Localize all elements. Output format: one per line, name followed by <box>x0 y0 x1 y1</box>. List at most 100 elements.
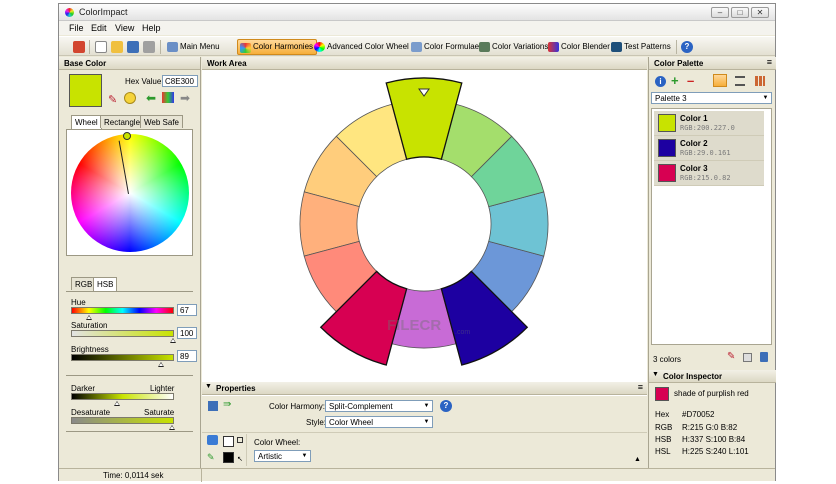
palette-select-value: Palette 3 <box>655 94 687 103</box>
add-icon[interactable]: + <box>671 73 679 88</box>
collapse-arrow-icon[interactable]: ▼ <box>652 371 659 378</box>
color-swatch <box>658 164 676 182</box>
divider <box>201 469 202 482</box>
watermark: FILECR <box>387 317 441 334</box>
save-icon[interactable] <box>127 41 139 53</box>
brightness-value-field[interactable]: 89 <box>177 350 197 362</box>
color-wheel-picker[interactable] <box>71 134 189 252</box>
inspector-key-hsl: HSL <box>655 447 671 456</box>
hue-label: Hue <box>71 298 86 307</box>
menu-edit[interactable]: Edit <box>91 23 107 33</box>
foreground-color-swatch[interactable] <box>223 452 234 463</box>
info-icon[interactable]: i <box>655 76 666 87</box>
color-wheel-value: Artistic <box>258 452 282 461</box>
darker-lighter-slider[interactable] <box>71 393 174 400</box>
hex-value-field[interactable]: C8E300 <box>162 75 198 87</box>
palette-list: Color 1 RGB:200.227.0 Color 2 RGB:29.0.1… <box>651 108 772 345</box>
brightness-label: Brightness <box>71 345 109 354</box>
paint-bucket-icon[interactable] <box>207 435 218 445</box>
test-patterns-icon <box>611 42 622 52</box>
advanced-color-wheel-button[interactable]: Advanced Color Wheel <box>312 39 412 55</box>
hue-slider-thumb[interactable] <box>86 315 92 320</box>
tab-hsb[interactable]: HSB <box>93 277 118 291</box>
tab-wheel[interactable]: Wheel <box>71 115 102 129</box>
detail-view-icon[interactable] <box>713 74 727 87</box>
list-view-icon[interactable] <box>735 76 745 86</box>
base-color-swatch[interactable] <box>69 74 102 107</box>
print-icon[interactable] <box>143 41 155 53</box>
arrow-right-icon[interactable]: ➡ <box>180 91 190 105</box>
palette-item-color-1[interactable]: Color 1 RGB:200.227.0 <box>654 111 764 136</box>
color-value: RGB:215.0.82 <box>680 174 731 182</box>
test-patterns-button[interactable]: Test Patterns <box>609 39 674 55</box>
divider <box>246 434 247 466</box>
wheel-picker-box <box>66 129 193 256</box>
eyedropper-icon[interactable]: ✎ <box>727 351 735 362</box>
pick-color-icon[interactable] <box>73 41 85 53</box>
desaturate-saturate-slider[interactable] <box>71 417 174 424</box>
saturation-value-field[interactable]: 100 <box>177 327 197 339</box>
collapse-arrow-icon[interactable]: ▼ <box>205 383 212 390</box>
main-menu-button[interactable]: Main Menu <box>165 39 223 55</box>
color-name: Color 1 <box>680 114 708 123</box>
color-wheel-label: Color Wheel: <box>254 438 301 447</box>
help-icon[interactable]: ? <box>440 400 452 412</box>
toolbar-separator <box>89 40 90 54</box>
eyedropper-icon[interactable]: ✎ <box>108 93 117 106</box>
close-button[interactable]: ✕ <box>751 7 769 18</box>
cursor-icon[interactable]: ↖ <box>237 455 243 463</box>
color-harmony-select[interactable]: Split-Complement ▼ <box>325 400 433 412</box>
copy-icon[interactable] <box>743 353 752 362</box>
smiley-icon[interactable] <box>124 92 136 104</box>
trash-icon[interactable] <box>760 352 768 362</box>
desaturate-saturate-thumb[interactable] <box>169 425 175 430</box>
properties-body: ⇛ Color Harmony: Split-Complement ▼ ? St… <box>202 396 647 468</box>
menu-view[interactable]: View <box>115 23 134 33</box>
arrow-left-icon[interactable]: ⬅ <box>146 91 156 105</box>
export-icon[interactable]: ⇛ <box>223 399 231 410</box>
save-icon[interactable] <box>208 401 218 411</box>
color-value: RGB:200.227.0 <box>680 124 735 132</box>
tab-web-safe[interactable]: Web Safe <box>140 115 183 128</box>
menu-bar: File Edit View Help <box>59 21 775 35</box>
color-blender-button[interactable]: Color Blender <box>546 39 613 55</box>
minimize-button[interactable]: – <box>711 7 729 18</box>
expand-up-icon[interactable]: ▲ <box>634 456 641 463</box>
saturation-slider-thumb[interactable] <box>170 338 176 343</box>
color-harmonies-button[interactable]: Color Harmonies <box>237 39 318 55</box>
new-file-icon[interactable] <box>95 41 107 53</box>
saturation-slider[interactable] <box>71 330 174 337</box>
inspector-value-rgb: R:215 G:0 B:82 <box>682 423 738 432</box>
toolbar: Main Menu Color Harmonies Advanced Color… <box>59 36 775 56</box>
wheel-handle[interactable] <box>123 132 131 140</box>
darker-lighter-thumb[interactable] <box>114 401 120 406</box>
panel-menu-icon[interactable]: ≡ <box>638 382 643 392</box>
palette-item-color-2[interactable]: Color 2 RGB:29.0.161 <box>654 136 764 161</box>
color-wheel-select[interactable]: Artistic ▼ <box>254 450 311 462</box>
remove-icon[interactable]: – <box>687 73 694 88</box>
color-variations-button[interactable]: Color Variations <box>477 39 551 55</box>
help-icon[interactable]: ? <box>681 41 693 53</box>
background-color-swatch[interactable] <box>223 436 234 447</box>
palette-select[interactable]: Palette 3 ▼ <box>651 92 772 104</box>
inspector-key-hex: Hex <box>655 410 670 419</box>
brightness-slider-thumb[interactable] <box>158 362 164 367</box>
menu-help[interactable]: Help <box>142 23 161 33</box>
menu-file[interactable]: File <box>69 23 84 33</box>
palette-item-color-3[interactable]: Color 3 RGB:215.0.82 <box>654 161 764 186</box>
tab-rectangle[interactable]: Rectangle <box>100 115 145 128</box>
style-value: Color Wheel <box>329 418 374 427</box>
brightness-slider[interactable] <box>71 354 174 361</box>
panel-menu-icon[interactable]: ≡ <box>767 57 772 67</box>
open-folder-icon[interactable] <box>111 41 123 53</box>
maximize-button[interactable]: □ <box>731 7 749 18</box>
grid-view-icon[interactable] <box>755 76 765 86</box>
style-select[interactable]: Color Wheel ▼ <box>325 416 433 428</box>
pencil-icon[interactable]: ✎ <box>207 452 215 463</box>
hue-value-field[interactable]: 67 <box>177 304 197 316</box>
color-formulae-button[interactable]: Color Formulae <box>409 39 482 55</box>
chevron-down-icon: ▼ <box>422 418 431 426</box>
hue-slider[interactable] <box>71 307 174 314</box>
palette-menu-icon[interactable] <box>162 92 174 103</box>
swap-icon[interactable] <box>237 437 243 443</box>
